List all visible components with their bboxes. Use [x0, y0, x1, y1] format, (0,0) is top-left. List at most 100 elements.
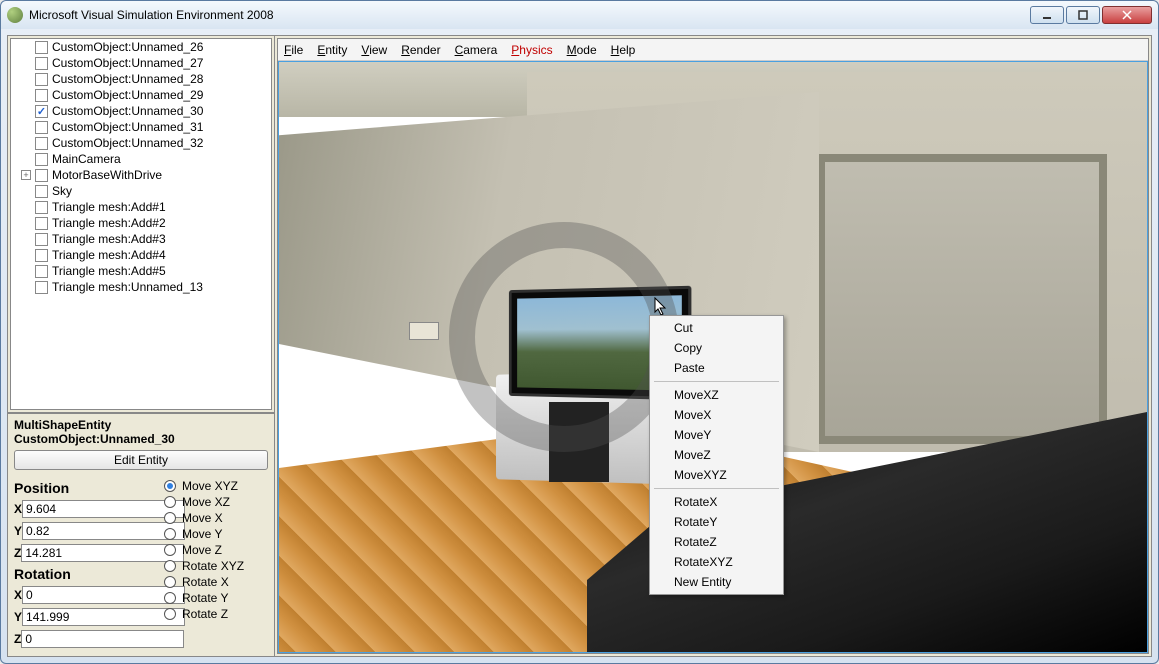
tree-item[interactable]: Triangle mesh:Add#2 — [11, 215, 271, 231]
move-mode-option[interactable]: Rotate XYZ — [164, 558, 268, 574]
tree-checkbox[interactable] — [35, 217, 48, 230]
move-mode-option[interactable]: Rotate X — [164, 574, 268, 590]
scene-door — [817, 154, 1107, 444]
context-menu-item[interactable]: MoveXYZ — [652, 465, 781, 485]
menu-help[interactable]: Help — [611, 43, 636, 57]
context-menu-item[interactable]: Cut — [652, 318, 781, 338]
context-menu-item[interactable]: RotateXYZ — [652, 552, 781, 572]
tree-item[interactable]: CustomObject:Unnamed_26 — [11, 39, 271, 55]
pos-x-input[interactable] — [22, 500, 185, 518]
context-menu-item[interactable]: RotateZ — [652, 532, 781, 552]
tree-checkbox[interactable] — [35, 137, 48, 150]
rotation-title: Rotation — [14, 566, 164, 582]
context-menu-item[interactable]: MoveZ — [652, 445, 781, 465]
tree-expander-icon[interactable]: + — [21, 170, 31, 180]
rot-z-input[interactable] — [21, 630, 184, 648]
move-mode-option[interactable]: Move XYZ — [164, 478, 268, 494]
tree-checkbox[interactable] — [35, 73, 48, 86]
menu-render[interactable]: Render — [401, 43, 440, 57]
tree-checkbox[interactable] — [35, 281, 48, 294]
pos-z-input[interactable] — [21, 544, 184, 562]
tree-item-label: CustomObject:Unnamed_26 — [52, 40, 203, 54]
tree-checkbox[interactable] — [35, 105, 48, 118]
tree-checkbox[interactable] — [35, 265, 48, 278]
context-menu-item[interactable]: New Entity — [652, 572, 781, 592]
radio-icon[interactable] — [164, 608, 176, 620]
move-mode-option[interactable]: Move XZ — [164, 494, 268, 510]
tree-checkbox[interactable] — [35, 57, 48, 70]
menu-file[interactable]: File — [284, 43, 303, 57]
tree-item[interactable]: CustomObject:Unnamed_32 — [11, 135, 271, 151]
tree-checkbox[interactable] — [35, 89, 48, 102]
tree-item[interactable]: Triangle mesh:Add#4 — [11, 247, 271, 263]
menu-view[interactable]: View — [361, 43, 387, 57]
tree-checkbox[interactable] — [35, 201, 48, 214]
minimize-button[interactable] — [1030, 6, 1064, 24]
tree-item-label: Triangle mesh:Add#3 — [52, 232, 166, 246]
rot-y-input[interactable] — [22, 608, 185, 626]
context-menu-item[interactable]: MoveXZ — [652, 385, 781, 405]
pos-y-input[interactable] — [22, 522, 185, 540]
move-mode-option[interactable]: Move X — [164, 510, 268, 526]
tree-item[interactable]: Sky — [11, 183, 271, 199]
selection-gizmo[interactable] — [449, 222, 679, 452]
radio-icon[interactable] — [164, 592, 176, 604]
tree-item[interactable]: MainCamera — [11, 151, 271, 167]
context-menu-item[interactable]: Paste — [652, 358, 781, 378]
entity-tree[interactable]: CustomObject:Unnamed_26CustomObject:Unna… — [10, 38, 272, 410]
tree-item[interactable]: +MotorBaseWithDrive — [11, 167, 271, 183]
tree-item-label: CustomObject:Unnamed_32 — [52, 136, 203, 150]
tree-checkbox[interactable] — [35, 121, 48, 134]
tree-checkbox[interactable] — [35, 249, 48, 262]
radio-icon[interactable] — [164, 480, 176, 492]
tree-item[interactable]: CustomObject:Unnamed_29 — [11, 87, 271, 103]
tree-item[interactable]: Triangle mesh:Add#3 — [11, 231, 271, 247]
tree-item-label: Triangle mesh:Add#5 — [52, 264, 166, 278]
cursor-icon — [654, 297, 668, 317]
move-mode-option[interactable]: Rotate Z — [164, 606, 268, 622]
entity-type-label: MultiShapeEntity — [14, 418, 268, 432]
tree-item-label: Triangle mesh:Add#1 — [52, 200, 166, 214]
tree-checkbox[interactable] — [35, 41, 48, 54]
left-panel: CustomObject:Unnamed_26CustomObject:Unna… — [8, 36, 275, 656]
context-menu-item[interactable]: RotateY — [652, 512, 781, 532]
tree-item[interactable]: CustomObject:Unnamed_28 — [11, 71, 271, 87]
tree-item[interactable]: CustomObject:Unnamed_31 — [11, 119, 271, 135]
entity-header: MultiShapeEntity CustomObject:Unnamed_30 — [8, 412, 274, 448]
tree-checkbox[interactable] — [35, 233, 48, 246]
app-window: Microsoft Visual Simulation Environment … — [0, 0, 1159, 664]
move-mode-option[interactable]: Move Z — [164, 542, 268, 558]
radio-icon[interactable] — [164, 560, 176, 572]
tree-item[interactable]: Triangle mesh:Add#1 — [11, 199, 271, 215]
tree-item[interactable]: Triangle mesh:Add#5 — [11, 263, 271, 279]
menu-mode[interactable]: Mode — [567, 43, 597, 57]
tree-checkbox[interactable] — [35, 185, 48, 198]
radio-icon[interactable] — [164, 544, 176, 556]
tree-item[interactable]: CustomObject:Unnamed_27 — [11, 55, 271, 71]
move-mode-option[interactable]: Rotate Y — [164, 590, 268, 606]
radio-icon[interactable] — [164, 576, 176, 588]
menu-entity[interactable]: Entity — [317, 43, 347, 57]
tree-item[interactable]: Triangle mesh:Unnamed_13 — [11, 279, 271, 295]
maximize-button[interactable] — [1066, 6, 1100, 24]
move-mode-option[interactable]: Move Y — [164, 526, 268, 542]
radio-icon[interactable] — [164, 528, 176, 540]
context-menu-item[interactable]: MoveX — [652, 405, 781, 425]
radio-icon[interactable] — [164, 496, 176, 508]
edit-entity-button[interactable]: Edit Entity — [14, 450, 268, 470]
menu-camera[interactable]: Camera — [455, 43, 498, 57]
close-button[interactable] — [1102, 6, 1152, 24]
context-menu-item[interactable]: MoveY — [652, 425, 781, 445]
tree-item[interactable]: CustomObject:Unnamed_30 — [11, 103, 271, 119]
context-menu-item[interactable]: Copy — [652, 338, 781, 358]
viewport-3d[interactable]: CutCopyPaste MoveXZMoveXMoveYMoveZMoveXYZ… — [278, 61, 1148, 653]
context-menu-item[interactable]: RotateX — [652, 492, 781, 512]
menu-physics[interactable]: Physics — [511, 43, 552, 57]
tree-checkbox[interactable] — [35, 169, 48, 182]
titlebar[interactable]: Microsoft Visual Simulation Environment … — [1, 1, 1158, 29]
move-mode-label: Move Z — [182, 543, 222, 557]
radio-icon[interactable] — [164, 512, 176, 524]
rot-z-label: Z — [14, 632, 21, 646]
tree-checkbox[interactable] — [35, 153, 48, 166]
rot-x-input[interactable] — [22, 586, 185, 604]
